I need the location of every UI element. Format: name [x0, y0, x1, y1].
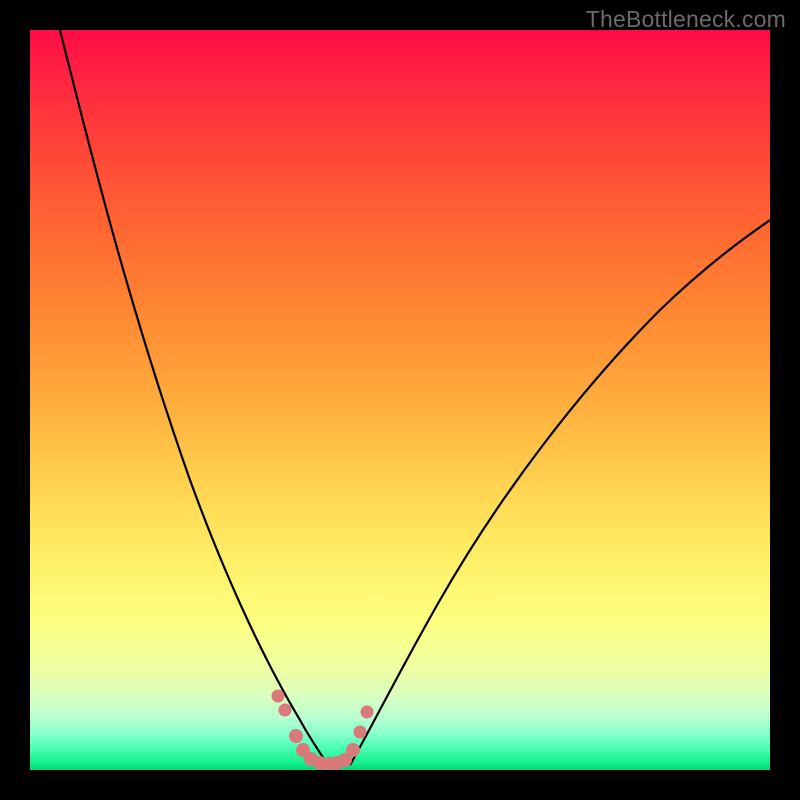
trough-dot-chain	[272, 690, 374, 771]
watermark-text: TheBottleneck.com	[586, 6, 786, 33]
plot-area	[30, 30, 770, 770]
left-curve	[60, 30, 328, 765]
right-curve	[350, 220, 770, 765]
curves-layer	[30, 30, 770, 770]
chart-frame: TheBottleneck.com	[0, 0, 800, 800]
